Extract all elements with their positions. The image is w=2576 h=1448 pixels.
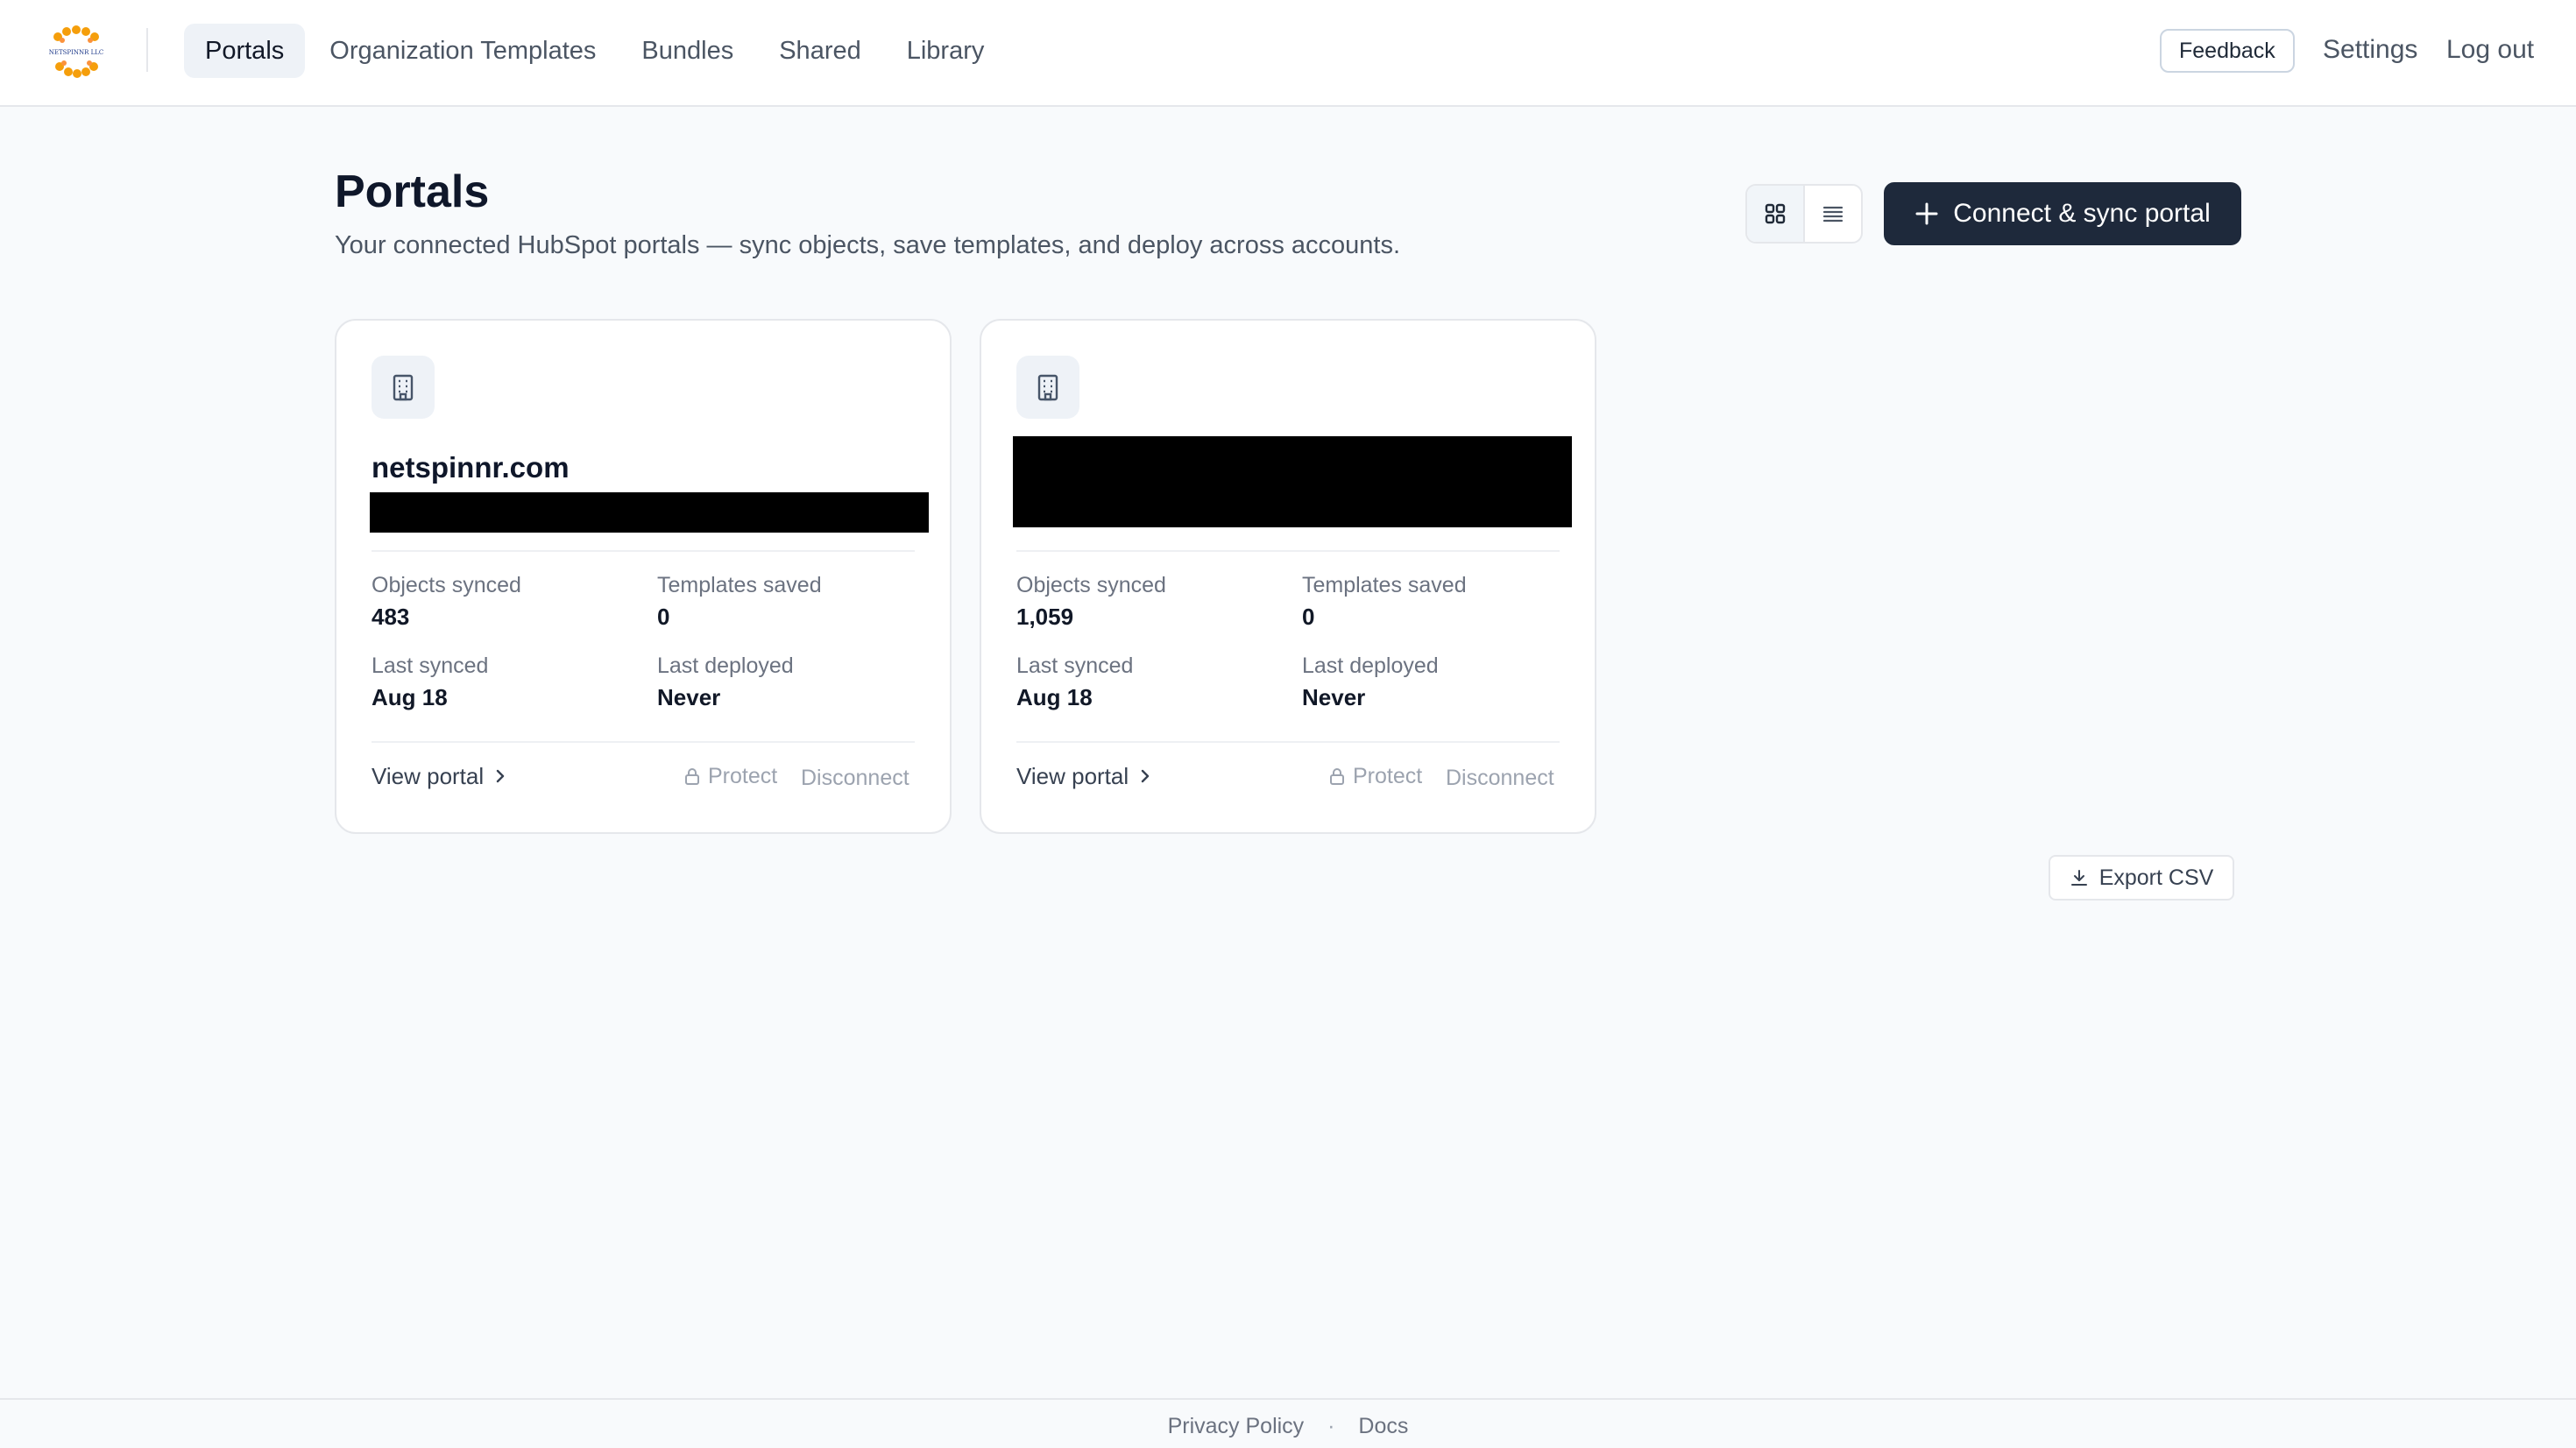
building-icon [372, 356, 435, 419]
chevron-right-icon [1141, 769, 1150, 783]
view-toggle [1745, 184, 1863, 244]
objects-synced-value: 1,059 [1016, 604, 1074, 630]
last-synced-value: Aug 18 [372, 684, 448, 710]
view-portal-label: View portal [1016, 763, 1129, 789]
feedback-button[interactable]: Feedback [2160, 29, 2295, 73]
templates-saved-label: Templates saved [1302, 573, 1467, 597]
svg-text:NETSPINNR LLC: NETSPINNR LLC [49, 49, 104, 56]
objects-synced-value: 483 [372, 604, 410, 630]
plus-icon [1915, 202, 1938, 225]
logout-link[interactable]: Log out [2446, 32, 2534, 67]
company-logo[interactable]: NETSPINNR LLC [46, 21, 107, 82]
last-deployed-value: Never [657, 684, 721, 710]
portal-name: netspinnr.com [372, 451, 570, 484]
top-nav-bar: NETSPINNR LLC Portals Organization Templ… [0, 0, 2576, 107]
objects-synced-label: Objects synced [1016, 573, 1166, 597]
nav-tab-library[interactable]: Library [886, 24, 1006, 78]
last-synced-label: Last synced [372, 653, 489, 678]
portal-card: Objects synced 1,059 Templates saved 0 L… [980, 319, 1596, 834]
protect-button[interactable]: Protect [683, 762, 777, 790]
export-csv-button[interactable]: Export CSV [2049, 855, 2234, 901]
portal-card: netspinnr.com Objects synced 483 Templat… [335, 319, 952, 834]
card-divider [372, 550, 915, 552]
logo-divider [146, 28, 148, 72]
last-deployed-label: Last deployed [1302, 653, 1439, 678]
lock-icon [685, 768, 699, 785]
card-divider [1016, 741, 1560, 743]
footer-separator: · [1327, 1414, 1335, 1438]
disconnect-button[interactable]: Disconnect [1446, 764, 1554, 792]
settings-link[interactable]: Settings [2323, 32, 2417, 67]
redacted-block [1013, 436, 1572, 527]
disconnect-button[interactable]: Disconnect [801, 764, 909, 792]
footer: Privacy Policy · Docs [0, 1398, 2576, 1448]
templates-saved-value: 0 [657, 604, 670, 630]
view-portal-label: View portal [372, 763, 485, 789]
grid-icon [1765, 203, 1786, 224]
protect-label: Protect [1353, 764, 1423, 788]
nav-tab-portals[interactable]: Portals [184, 24, 306, 78]
view-portal-link[interactable]: View portal [1016, 762, 1151, 790]
protect-label: Protect [708, 764, 778, 788]
building-icon [1016, 356, 1079, 419]
nav-tab-bundles[interactable]: Bundles [620, 24, 754, 78]
last-synced-value: Aug 18 [1016, 684, 1093, 710]
nav-tab-shared[interactable]: Shared [758, 24, 882, 78]
main-nav: Portals Organization Templates Bundles S… [184, 24, 1005, 78]
card-divider [1016, 550, 1560, 552]
export-csv-label: Export CSV [2098, 865, 2214, 890]
last-deployed-label: Last deployed [657, 653, 794, 678]
last-deployed-value: Never [1302, 684, 1366, 710]
page-subtitle: Your connected HubSpot portals — sync ob… [335, 231, 1401, 259]
protect-button[interactable]: Protect [1328, 762, 1422, 790]
lock-icon [1330, 768, 1344, 785]
grid-view-button[interactable] [1747, 186, 1804, 242]
connect-button-label: Connect & sync portal [1953, 199, 2211, 228]
objects-synced-label: Objects synced [372, 573, 521, 597]
download-icon [2070, 870, 2087, 886]
view-portal-link[interactable]: View portal [372, 762, 506, 790]
nav-tab-organization-templates[interactable]: Organization Templates [308, 24, 617, 78]
card-divider [372, 741, 915, 743]
list-icon [1822, 206, 1844, 222]
redacted-block [370, 492, 929, 533]
privacy-policy-link[interactable]: Privacy Policy [1168, 1412, 1305, 1440]
docs-link[interactable]: Docs [1358, 1412, 1408, 1440]
chevron-right-icon [496, 769, 505, 783]
last-synced-label: Last synced [1016, 653, 1134, 678]
connect-sync-portal-button[interactable]: Connect & sync portal [1884, 182, 2241, 245]
page-title: Portals [335, 166, 490, 217]
templates-saved-label: Templates saved [657, 573, 822, 597]
templates-saved-value: 0 [1302, 604, 1315, 630]
list-view-button[interactable] [1805, 186, 1861, 242]
